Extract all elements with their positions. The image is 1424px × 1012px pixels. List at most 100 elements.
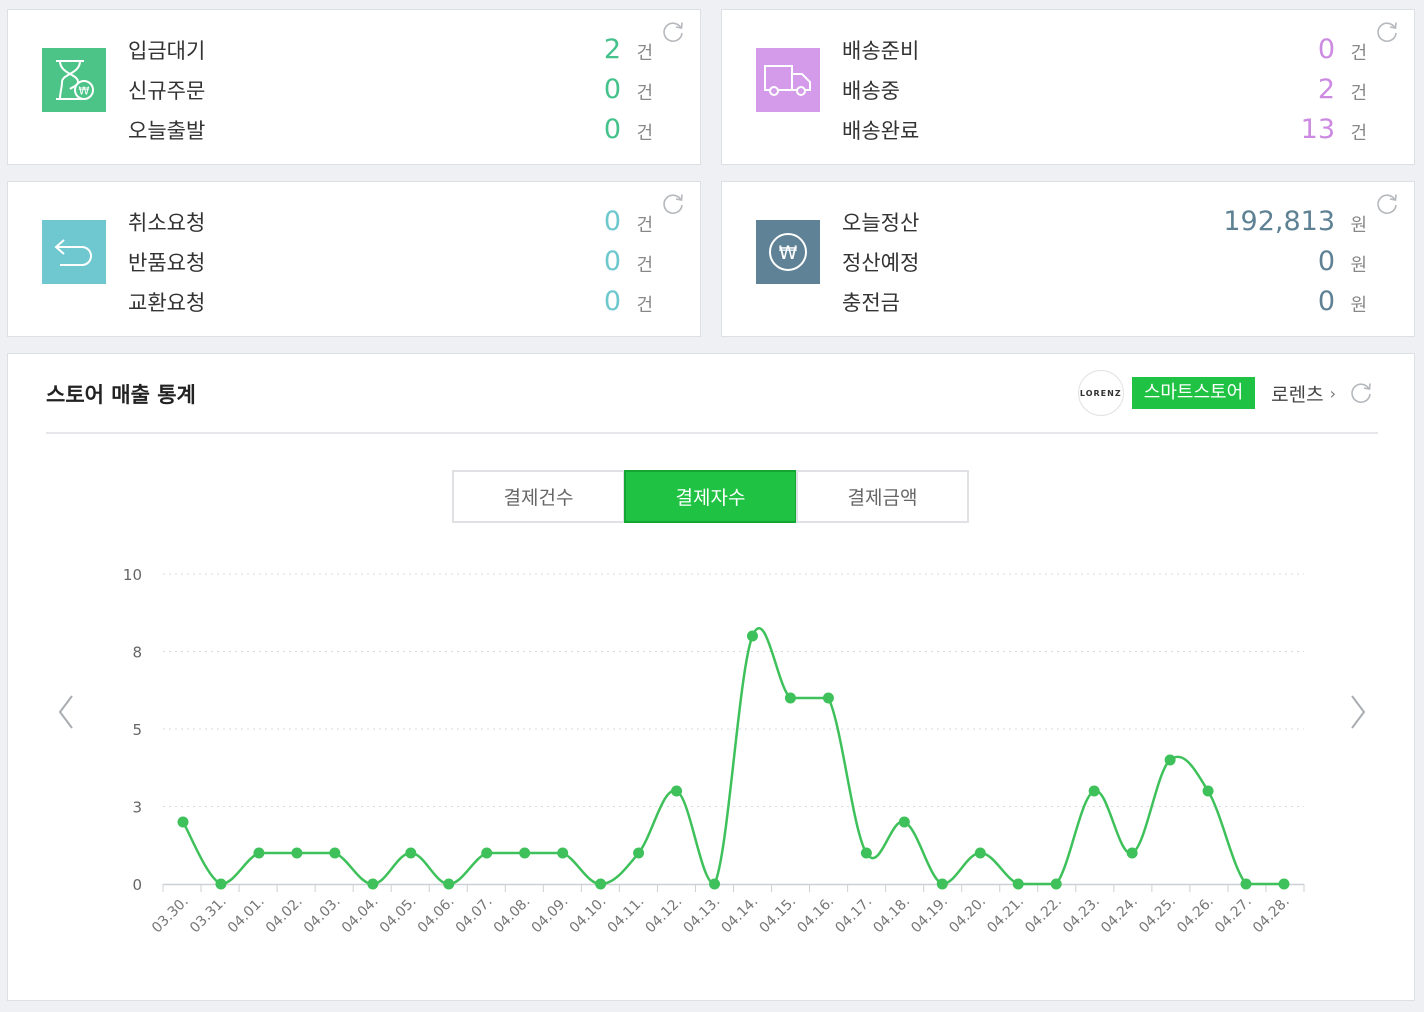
x-tick-label: 04.14. [719, 894, 762, 937]
settlement-tile: ₩ [756, 220, 820, 284]
x-tick-label: 04.25. [1136, 894, 1179, 937]
status-row[interactable]: 오늘출발 0 건 [128, 110, 653, 150]
status-row[interactable]: 충전금 0 원 [842, 282, 1367, 322]
claim-rows: 취소요청 0 건 반품요청 0 건 교환요청 0 건 [128, 202, 653, 322]
tab-payment-amount[interactable]: 결제금액 [796, 470, 969, 523]
smartstore-badge: 스마트스토어 [1131, 377, 1256, 409]
status-unit: 건 [1350, 43, 1367, 64]
claim-tile [42, 220, 106, 284]
x-tick-label: 04.06. [415, 894, 458, 937]
data-point [936, 878, 948, 890]
x-tick-label: 04.17. [832, 894, 875, 937]
data-point [557, 847, 569, 859]
status-label: 반품요청 [128, 251, 206, 275]
data-point [443, 878, 455, 890]
status-row[interactable]: 배송준비 0 건 [842, 30, 1367, 70]
status-count[interactable]: 0 [604, 206, 621, 237]
status-count[interactable]: 2 [604, 34, 621, 65]
status-label: 신규주문 [128, 79, 206, 103]
status-row[interactable]: 오늘정산 192,813 원 [842, 202, 1367, 242]
x-tick-label: 04.12. [643, 894, 686, 937]
status-unit: 건 [636, 43, 653, 64]
x-tick-label: 04.11. [605, 894, 648, 937]
refresh-icon[interactable] [1374, 191, 1400, 217]
status-unit: 건 [636, 255, 653, 276]
data-point [974, 847, 986, 859]
delivery-tile [756, 48, 820, 112]
status-row[interactable]: 교환요청 0 건 [128, 282, 653, 322]
tab-payment-count[interactable]: 결제건수 [452, 470, 625, 523]
sales-line-chart: 10853003.30.03.31.04.01.04.02.04.03.04.0… [123, 566, 1305, 937]
deposit-status-card: ₩ 입금대기 2 건 신규주문 0 건 오늘출발 0 건 [7, 9, 701, 165]
data-point [519, 847, 531, 859]
status-amount[interactable]: 0 [1318, 286, 1335, 317]
svg-text:₩: ₩ [79, 85, 90, 98]
status-label: 충전금 [842, 291, 900, 315]
header-divider [46, 432, 1378, 434]
truck-icon [764, 65, 811, 96]
status-label: 입금대기 [128, 39, 206, 63]
x-tick-label: 04.05. [377, 894, 420, 937]
refresh-icon[interactable] [660, 191, 686, 217]
tab-payer-count[interactable]: 결제자수 [624, 470, 797, 523]
status-row[interactable]: 반품요청 0 건 [128, 242, 653, 282]
status-count[interactable]: 0 [604, 74, 621, 105]
svg-text:₩: ₩ [779, 242, 798, 264]
x-tick-label: 04.01. [225, 894, 268, 937]
data-point [291, 847, 303, 859]
status-row[interactable]: 배송중 2 건 [842, 70, 1367, 110]
x-tick-label: 03.30. [149, 894, 192, 937]
status-label: 취소요청 [128, 211, 206, 235]
data-point [215, 878, 227, 890]
status-count[interactable]: 0 [604, 114, 621, 145]
store-name-link[interactable]: 로렌츠 [1271, 380, 1323, 407]
status-unit: 건 [636, 123, 653, 144]
y-tick-label: 0 [132, 876, 142, 894]
status-amount[interactable]: 192,813 [1223, 206, 1335, 237]
status-amount[interactable]: 0 [1318, 246, 1335, 277]
data-point [1278, 878, 1290, 890]
status-label: 오늘출발 [128, 119, 206, 143]
hourglass-won-icon: ₩ [56, 60, 94, 100]
status-label: 배송준비 [842, 39, 920, 63]
refresh-icon[interactable] [660, 19, 686, 45]
status-row[interactable]: 정산예정 0 원 [842, 242, 1367, 282]
store-logo: LORENZ [1077, 370, 1124, 416]
y-tick-label: 8 [132, 644, 142, 662]
chevron-right-icon[interactable] [1346, 692, 1370, 732]
refresh-icon[interactable] [1348, 380, 1374, 406]
status-unit: 건 [1350, 83, 1367, 104]
x-tick-label: 04.22. [1022, 894, 1065, 937]
x-tick-label: 04.21. [984, 894, 1027, 937]
data-point [1012, 878, 1024, 890]
x-tick-label: 04.08. [491, 894, 534, 937]
status-row[interactable]: 취소요청 0 건 [128, 202, 653, 242]
x-tick-label: 04.19. [908, 894, 951, 937]
settlement-status-card: ₩ 오늘정산 192,813 원 정산예정 0 원 충전금 0 원 [721, 181, 1415, 337]
status-row[interactable]: 입금대기 2 건 [128, 30, 653, 70]
y-tick-label: 5 [132, 721, 142, 739]
status-row[interactable]: 배송완료 13 건 [842, 110, 1367, 150]
status-row[interactable]: 신규주문 0 건 [128, 70, 653, 110]
status-count[interactable]: 2 [1318, 74, 1335, 105]
y-tick-label: 10 [123, 566, 142, 584]
metric-tabs: 결제건수 결제자수 결제금액 [452, 470, 969, 523]
x-tick-label: 04.10. [567, 894, 610, 937]
data-point [822, 692, 834, 704]
return-arrow-icon [54, 239, 92, 266]
status-label: 배송완료 [842, 119, 920, 143]
status-label: 오늘정산 [842, 211, 920, 235]
status-count[interactable]: 0 [604, 246, 621, 277]
store-selector: LORENZ 스마트스토어 로렌츠 › [1077, 370, 1374, 416]
store-sales-stats-panel: 스토어 매출 통계 LORENZ 스마트스토어 로렌츠 › 결제건수 결제자수 … [7, 353, 1415, 1001]
status-unit: 원 [1350, 215, 1367, 236]
data-point [1050, 878, 1062, 890]
data-point [671, 785, 683, 797]
status-count[interactable]: 0 [604, 286, 621, 317]
refresh-icon[interactable] [1374, 19, 1400, 45]
status-count[interactable]: 13 [1301, 114, 1335, 145]
chevron-right-icon[interactable]: › [1330, 384, 1336, 403]
chevron-left-icon[interactable] [54, 692, 78, 732]
status-count[interactable]: 0 [1318, 34, 1335, 65]
y-tick-label: 3 [132, 799, 142, 817]
